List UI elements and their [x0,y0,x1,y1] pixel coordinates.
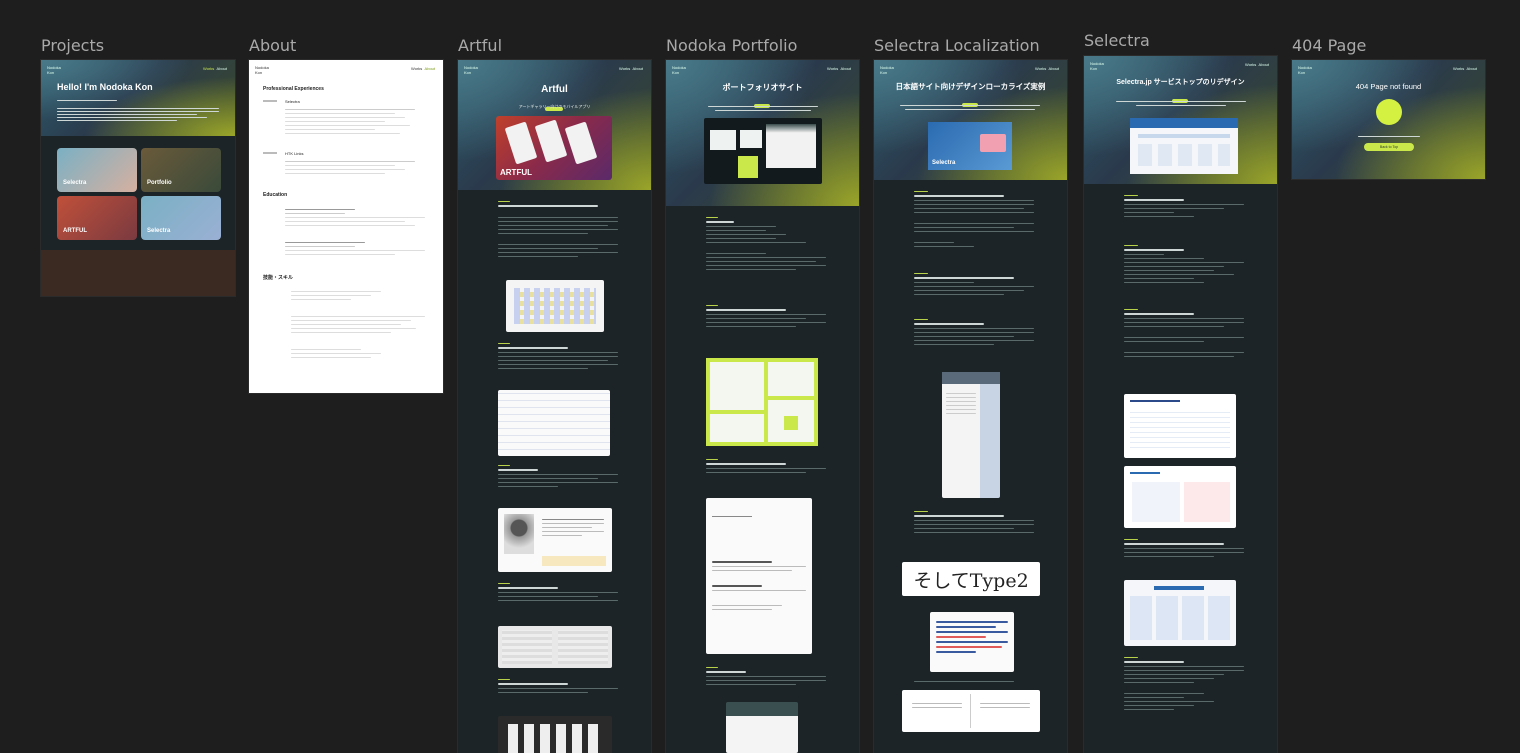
artful-title: Artful [541,84,568,95]
frame-projects[interactable]: Nodoka Kon Works About Hello! I'm Nodoka … [41,60,235,296]
selectra-body-2 [1124,242,1244,286]
portfolio-mobile-image [726,702,798,753]
localization-body-4 [914,508,1034,536]
about-education-heading: Education [263,192,288,198]
frame-404-page[interactable]: Nodoka Kon Works About 404 Page not found… [1292,60,1485,179]
artful-sketch-image [498,626,612,668]
localization-text-compare-image [930,612,1014,672]
selectra-body-4 [1124,536,1244,560]
frame-nodoka-portfolio[interactable]: Nodoka Kon Works About ポートフォリオサイト [666,60,859,753]
artful-banner: ARTFUL [496,116,612,180]
localization-body-2 [914,270,1034,298]
frame-label-about[interactable]: About [249,36,296,55]
artful-body-2 [498,340,618,372]
portfolio-hero: Nodoka Kon Works About ポートフォリオサイト [666,60,859,206]
selectra-services-image [1124,580,1236,646]
portfolio-style-guide-image [706,358,818,446]
frame-label-selectra[interactable]: Selectra [1084,31,1150,50]
project-card-artful[interactable]: ARTFUL [57,196,137,240]
projects-footer [41,250,235,296]
selectra-body-1 [1124,192,1244,220]
localization-font-sample: そしてType2 [902,562,1040,596]
artful-body-4 [498,580,618,604]
localization-body-1 [914,188,1034,250]
project-card-portfolio[interactable]: Portfolio [141,148,221,192]
project-card-selectra-2[interactable]: Selectra [141,196,221,240]
about-education-list [285,206,425,258]
selectra-comparison-image [1124,466,1236,528]
frame-selectra[interactable]: Nodoka Kon Works About Selectra.jp サービストッ… [1084,56,1277,753]
projects-hero-title: Hello! I'm Nodoka Kon [57,82,153,92]
portfolio-typography-image [706,498,812,654]
back-to-top-button[interactable]: Back to Top [1364,143,1414,151]
portfolio-body-3 [706,456,826,476]
artful-wireframe-image [498,716,612,753]
project-card-selectra[interactable]: Selectra [57,148,137,192]
portfolio-hero-image [704,118,822,184]
selectra-title: Selectra.jp サービストップのリデザイン [1116,79,1245,86]
artful-hero: Nodoka Kon Works About Artful アートギャラリー向けの… [458,60,651,190]
about-nav: Nodoka Kon Works About [255,65,435,75]
artful-subtitle: アートギャラリー向けのモバイルアプリ [518,104,591,109]
projects-intro-text [57,106,219,123]
about-experience-heading: Professional Experiences [263,86,324,92]
frame-about[interactable]: Nodoka Kon Works About Professional Exper… [249,60,443,393]
selectra-hero-image [1130,118,1238,174]
artful-body-1 [498,198,618,260]
about-skills-heading: 技能・スキル [263,275,294,281]
notfound-circle-graphic [1376,99,1402,125]
selectra-hero: Nodoka Kon Works About Selectra.jp サービストッ… [1084,56,1277,184]
artful-persona-image [498,508,612,572]
frame-label-404-page[interactable]: 404 Page [1292,36,1366,55]
portfolio-body-2 [706,302,826,330]
localization-title: 日本語サイト向けデザインローカライズ実例 [895,82,1046,91]
nav-brand: Nodoka Kon [47,65,61,75]
artful-body-3 [498,462,618,490]
portfolio-body-1 [706,214,826,273]
localization-layout-compare-image [902,690,1040,732]
projects-hero: Nodoka Kon Works About Hello! I'm Nodoka … [41,60,235,136]
localization-page-image [942,372,1000,498]
frame-label-projects[interactable]: Projects [41,36,104,55]
localization-body-3 [914,316,1034,348]
selectra-body-5 [1124,654,1244,713]
frame-label-artful[interactable]: Artful [458,36,502,55]
artful-journey-map-image [498,390,610,456]
about-skills-list [291,288,425,361]
selectra-chart-image [1124,394,1236,458]
frame-artful[interactable]: Nodoka Kon Works About Artful アートギャラリー向けの… [458,60,651,753]
notfound-title: 404 Page not found [1355,82,1422,91]
frame-label-nodoka-portfolio[interactable]: Nodoka Portfolio [666,36,797,55]
frame-selectra-localization[interactable]: Nodoka Kon Works About 日本語サイト向けデザインローカライズ… [874,60,1067,753]
localization-hero: Nodoka Kon Works About 日本語サイト向けデザインローカライズ… [874,60,1067,180]
portfolio-body-4 [706,664,826,688]
localization-hero-image: Selectra [928,122,1012,170]
artful-sticky-notes-image [506,280,604,332]
portfolio-title: ポートフォリオサイト [722,83,803,92]
frame-label-selectra-localization[interactable]: Selectra Localization [874,36,1040,55]
nav-links: Works About [203,66,227,71]
selectra-body-3 [1124,306,1244,360]
artful-body-5 [498,676,618,696]
